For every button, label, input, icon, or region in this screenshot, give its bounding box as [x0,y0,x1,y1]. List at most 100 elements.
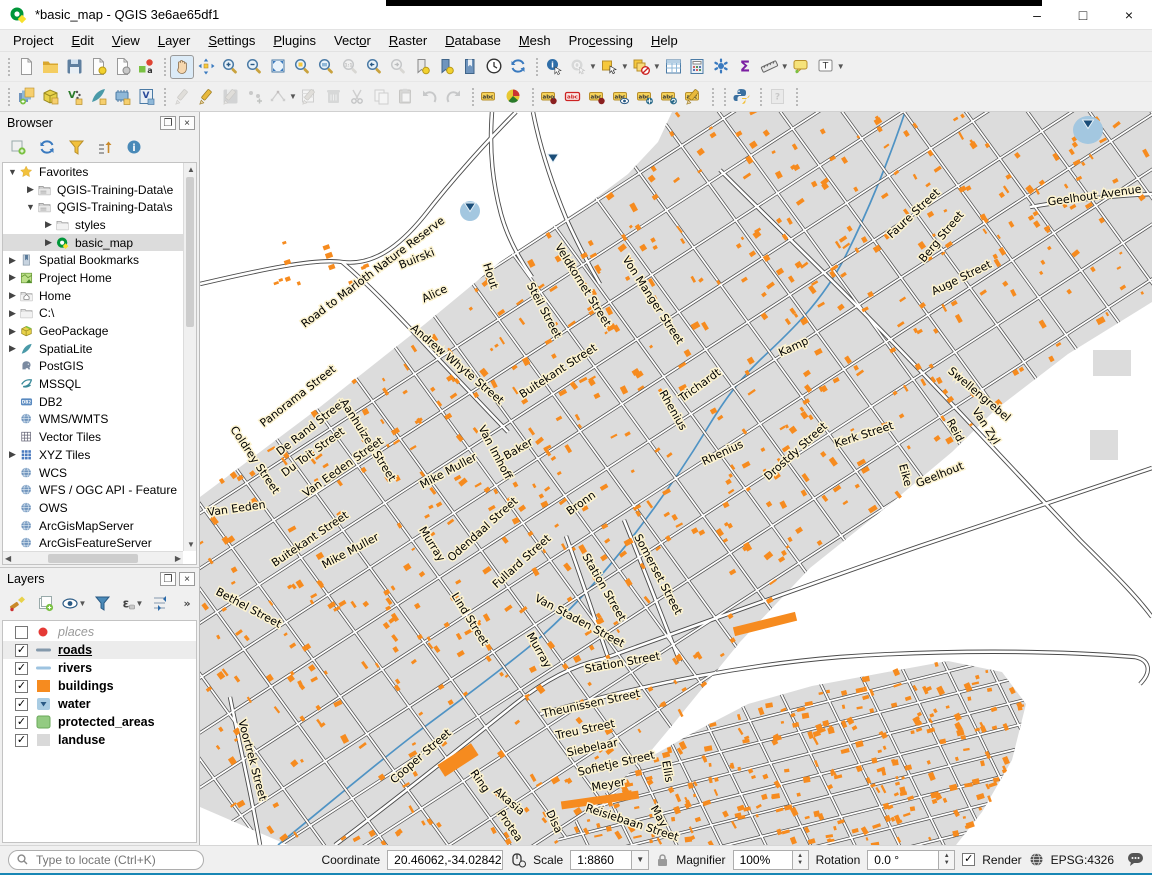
map-tips-button[interactable] [790,55,814,79]
new-bookmark-button[interactable] [410,55,434,79]
add-group-button[interactable] [36,593,55,613]
new-virtual-layer-button[interactable]: V [134,85,158,109]
messages-icon[interactable] [1127,852,1144,867]
filter-expression-button[interactable]: ε▼ [121,593,141,613]
layer-row-landuse[interactable]: ✓landuse [3,731,196,749]
menu-vector[interactable]: Vector [325,31,380,50]
browser-item-mssql[interactable]: MSSQL [3,375,183,393]
feature-action-dropdown-icon[interactable]: ▼ [589,62,597,71]
new-memory-layer-button[interactable] [110,85,134,109]
menu-view[interactable]: View [103,31,149,50]
temporal-controller-button[interactable] [482,55,506,79]
layer-checkbox-water[interactable]: ✓ [15,698,28,711]
layer-row-buildings[interactable]: ✓buildings [3,677,196,695]
new-spatialite-button[interactable] [86,85,110,109]
browser-item-project-home[interactable]: ▶Project Home [3,269,183,287]
menu-edit[interactable]: Edit [62,31,102,50]
style-manager-button[interactable]: a [134,55,158,79]
rotate-label-button[interactable]: abc [658,85,682,109]
statistical-summary-button[interactable]: Σ [734,55,758,79]
save-project-button[interactable] [62,55,86,79]
menu-mesh[interactable]: Mesh [510,31,560,50]
menu-processing[interactable]: Processing [560,31,642,50]
expander-closed-icon[interactable]: ▶ [7,326,18,337]
browser-close-button[interactable]: × [179,116,195,130]
layer-checkbox-buildings[interactable]: ✓ [15,680,28,693]
layer-checkbox-rivers[interactable]: ✓ [15,662,28,675]
browser-item-db2[interactable]: DB2DB2 [3,393,183,411]
zoom-last-button[interactable] [362,55,386,79]
open-project-button[interactable] [38,55,62,79]
measure-button[interactable] [758,55,782,79]
browser-item-vector-tiles[interactable]: Vector Tiles [3,428,183,446]
layout-manager-button[interactable] [110,55,134,79]
highlight-pinned-button[interactable]: abc [562,85,586,109]
new-project-button[interactable] [14,55,38,79]
scale-dropdown-icon[interactable]: ▼ [632,850,649,870]
layer-row-places[interactable]: places [3,623,196,641]
filter-browser-button[interactable] [66,137,86,157]
browser-item-qgis-training-data-s[interactable]: ▼QGIS-Training-Data\s [3,198,183,216]
manage-map-themes-button[interactable]: ▼ [64,593,84,613]
expander-closed-icon[interactable]: ▶ [7,290,18,301]
attribute-table-button[interactable] [662,55,686,79]
browser-item-spatialite[interactable]: ▶SpatiaLite [3,340,183,358]
browser-item-xyz-tiles[interactable]: ▶XYZ Tiles [3,446,183,464]
text-annotation-button[interactable]: T [814,55,838,79]
browser-item-wms-wmts[interactable]: WMS/WMTS [3,411,183,429]
new-shapefile-button[interactable]: V [62,85,86,109]
render-checkbox[interactable]: ✓ [962,853,975,866]
extents-toggle-icon[interactable] [510,852,526,868]
filter-legend-button[interactable] [93,593,112,613]
expander-closed-icon[interactable]: ▶ [7,343,18,354]
enable-properties-button[interactable]: i [124,137,144,157]
layers-float-button[interactable]: ❐ [160,572,176,586]
browser-item-wcs[interactable]: WCS [3,464,183,482]
zoom-to-selection-button[interactable] [290,55,314,79]
rotation-spin[interactable]: 0.0 ° ▲▼ [867,850,955,870]
browser-item-styles[interactable]: ▶styles [3,216,183,234]
bookmark-manager-button[interactable] [458,55,482,79]
zoom-full-button[interactable] [266,55,290,79]
layer-checkbox-protected_areas[interactable]: ✓ [15,716,28,729]
layer-labeling-button[interactable]: abc [478,85,502,109]
add-selected-layers-button[interactable] [8,137,28,157]
menu-raster[interactable]: Raster [380,31,436,50]
python-console-button[interactable] [730,85,754,109]
menu-plugins[interactable]: Plugins [264,31,325,50]
select-features-button[interactable] [598,55,622,79]
move-label-button[interactable]: abc [634,85,658,109]
refresh-browser-button[interactable] [37,137,57,157]
layer-row-protected_areas[interactable]: ✓protected_areas [3,713,196,731]
browser-item-geopackage[interactable]: ▶GeoPackage [3,322,183,340]
browser-item-postgis[interactable]: PostGIS [3,358,183,376]
deselect-features-dropdown-icon[interactable]: ▼ [653,62,661,71]
layer-row-water[interactable]: ✓water [3,695,196,713]
magnifier-spin[interactable]: 100% ▲▼ [733,850,809,870]
pan-map-button[interactable] [170,55,194,79]
processing-toolbox-button[interactable] [710,55,734,79]
layers-close-button[interactable]: × [179,572,195,586]
expander-closed-icon[interactable]: ▶ [7,449,18,460]
browser-item-qgis-training-data-e[interactable]: ▶QGIS-Training-Data\e [3,181,183,199]
show-bookmarks-button[interactable] [434,55,458,79]
lock-icon[interactable] [656,853,669,867]
expander-closed-icon[interactable]: ▶ [43,219,54,230]
scale-combo[interactable]: 1:8860 ▼ [570,850,649,870]
menu-layer[interactable]: Layer [149,31,200,50]
crs-globe-icon[interactable] [1029,852,1044,867]
overflow-button[interactable]: » [178,593,197,613]
locate-box[interactable] [8,850,204,870]
browser-item-ows[interactable]: OWS [3,499,183,517]
pin-labels-button[interactable]: abc [538,85,562,109]
layer-checkbox-landuse[interactable]: ✓ [15,734,28,747]
identify-features-button[interactable]: i [542,55,566,79]
browser-horizontal-scrollbar[interactable]: ◀▶ [3,551,183,564]
map-canvas[interactable]: Road to Marloth Nature ReserveBuirskiAli… [200,112,1152,845]
layer-checkbox-roads[interactable]: ✓ [15,644,28,657]
select-features-dropdown-icon[interactable]: ▼ [621,62,629,71]
layer-row-rivers[interactable]: ✓rivers [3,659,196,677]
vertex-tool-dropdown-icon[interactable]: ▼ [289,92,297,101]
zoom-to-layer-button[interactable] [314,55,338,79]
toggle-editing-button[interactable] [194,85,218,109]
